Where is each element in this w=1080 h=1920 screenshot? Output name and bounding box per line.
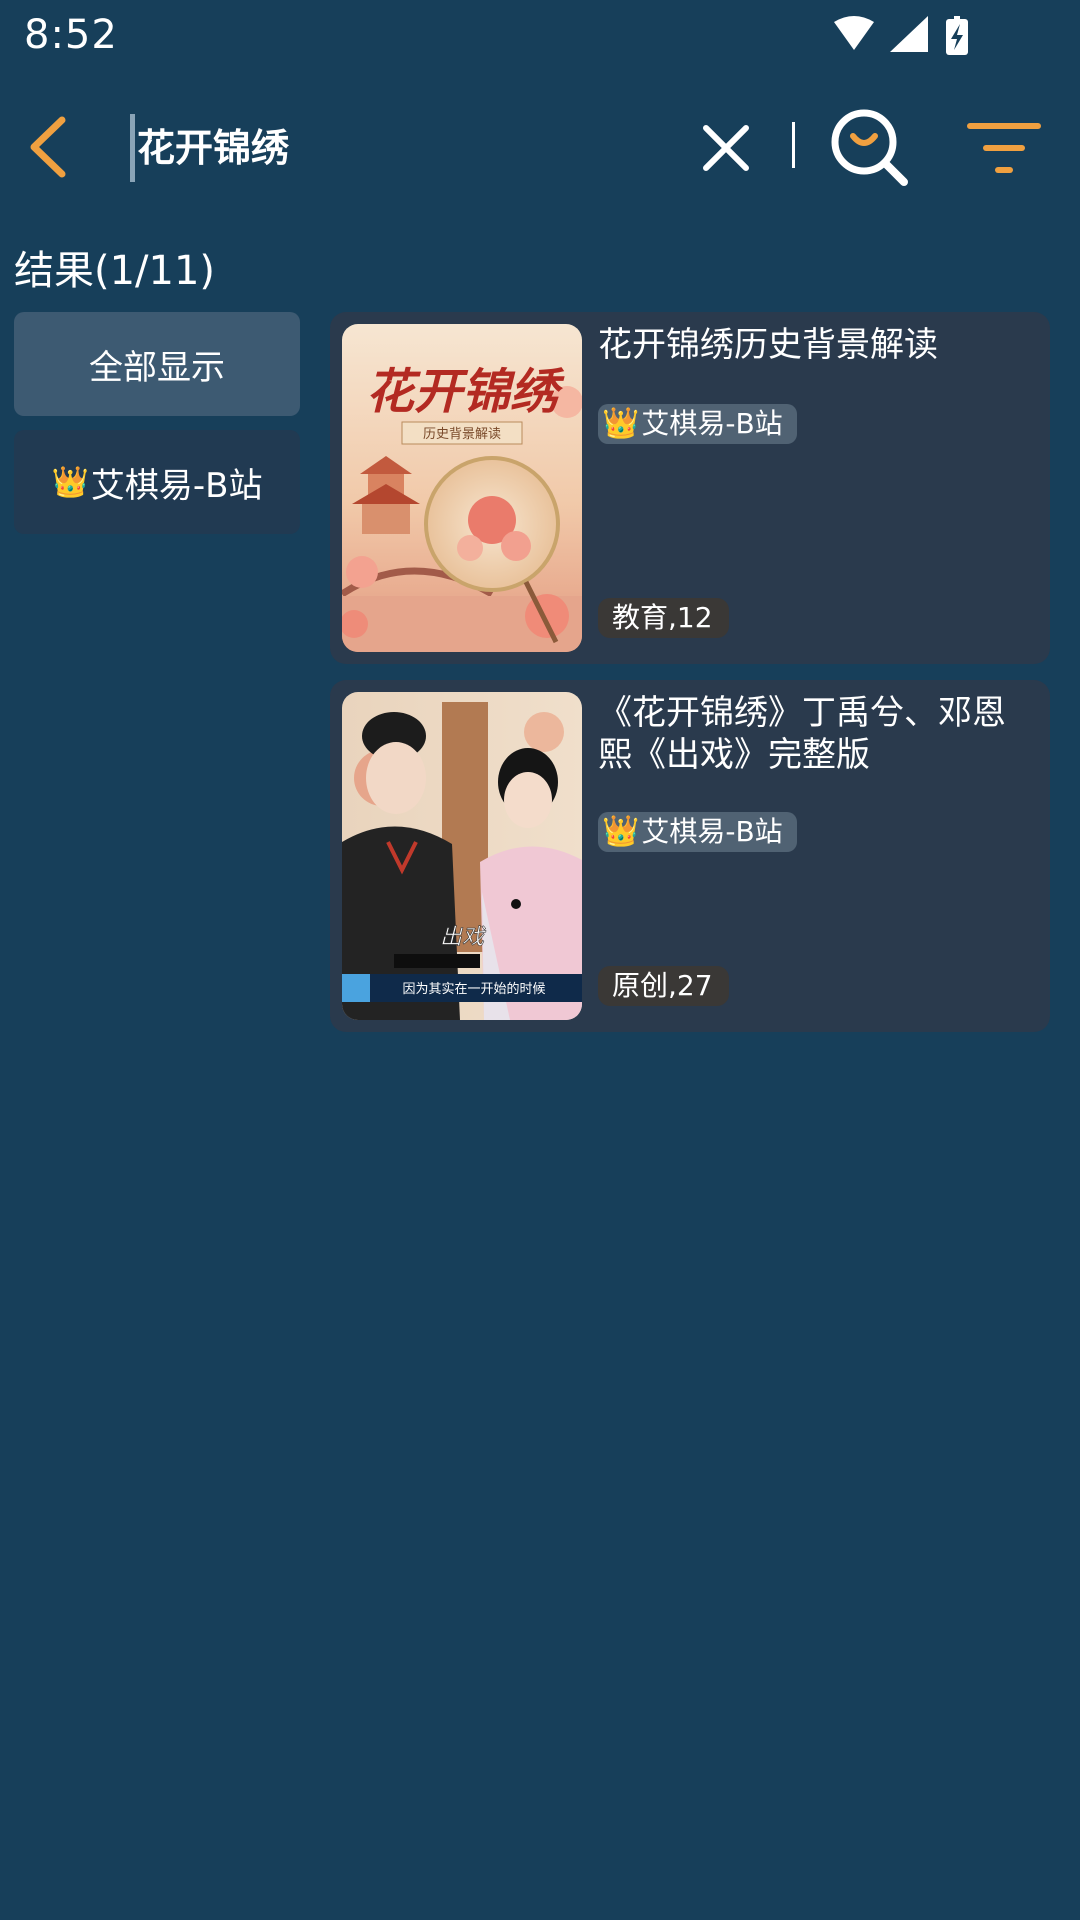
source-label: 艾棋易-B站 [641, 407, 783, 440]
filter-chip-source[interactable]: 👑 艾棋易-B站 [14, 430, 300, 534]
chevron-left-icon [30, 116, 66, 178]
status-bar: 8:52 [0, 0, 1080, 72]
category-badge: 教育,12 [598, 598, 729, 638]
crown-icon: 👑 [602, 406, 640, 441]
clear-button[interactable] [698, 120, 754, 176]
filter-chip-all[interactable]: 全部显示 [14, 312, 300, 416]
search-header [0, 100, 1080, 196]
result-title: 花开锦绣历史背景解读 [598, 325, 938, 365]
crown-icon: 👑 [602, 814, 640, 849]
source-badge: 👑 艾棋易-B站 [598, 404, 797, 444]
back-button[interactable] [20, 114, 80, 180]
status-time: 8:52 [24, 12, 118, 58]
search-icon [831, 109, 908, 186]
filter-icon [967, 123, 1041, 173]
filter-chip-label: 全部显示 [89, 347, 225, 388]
result-card[interactable]: 出戏 因为其实在一开始的时候 《花开锦绣》丁禹兮、邓恩熙《出戏》完整版 👑 艾棋… [330, 680, 1050, 1032]
close-icon [703, 125, 749, 171]
search-input[interactable] [130, 114, 679, 182]
results-count: 结果(1/11) [14, 248, 216, 294]
header-divider [792, 122, 795, 168]
thumbnail-caption: 因为其实在一开始的时候 [402, 981, 545, 997]
filter-chip-label: 艾棋易-B站 [90, 465, 263, 506]
source-badge: 👑 艾棋易-B站 [598, 812, 797, 852]
thumbnail-subtitle: 历史背景解读 [423, 426, 501, 441]
thumbnail-title: 花开锦绣 [366, 366, 565, 419]
result-thumbnail: 花开锦绣 历史背景解读 [342, 324, 582, 652]
filter-button[interactable] [962, 118, 1042, 178]
cell-signal-icon [890, 16, 928, 52]
source-label: 艾棋易-B站 [641, 815, 783, 848]
category-badge: 原创,27 [598, 966, 729, 1006]
search-button[interactable] [828, 106, 912, 190]
battery-charging-icon [946, 16, 968, 55]
crown-icon: 👑 [51, 464, 89, 500]
result-title: 《花开锦绣》丁禹兮、邓恩熙《出戏》完整版 [598, 693, 1006, 775]
wifi-icon [834, 16, 874, 50]
thumbnail-overlay-text: 出戏 [440, 925, 486, 950]
result-card[interactable]: 花开锦绣 历史背景解读 花开锦绣历史背景解读 👑 艾棋易-B站 教育,12 [330, 312, 1050, 664]
result-thumbnail: 出戏 因为其实在一开始的时候 [342, 692, 582, 1020]
status-icons [830, 14, 1000, 60]
